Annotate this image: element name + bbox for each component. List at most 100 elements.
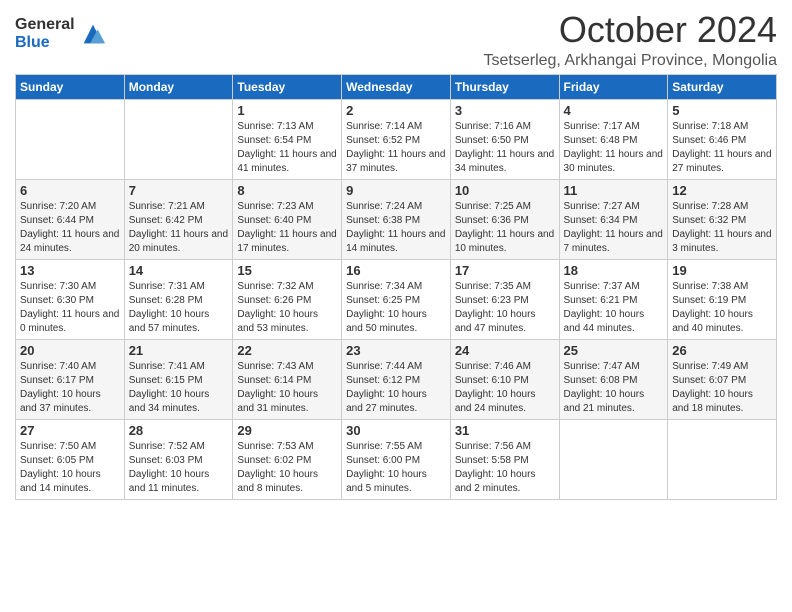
calendar-cell: 14 Sunrise: 7:31 AMSunset: 6:28 PMDayligh… xyxy=(124,259,233,339)
calendar-cell: 5 Sunrise: 7:18 AMSunset: 6:46 PMDaylight… xyxy=(668,99,777,179)
title-area: October 2024 Tsetserleg, Arkhangai Provi… xyxy=(484,10,778,70)
calendar-cell: 18 Sunrise: 7:37 AMSunset: 6:21 PMDayligh… xyxy=(559,259,668,339)
calendar-cell: 12Sunrise: 7:28 AMSunset: 6:32 PMDayligh… xyxy=(668,179,777,259)
day-header-sunday: Sunday xyxy=(16,74,125,99)
calendar-cell: 28 Sunrise: 7:52 AMSunset: 6:03 PMDayligh… xyxy=(124,419,233,499)
calendar-cell: 25Sunrise: 7:47 AMSunset: 6:08 PMDayligh… xyxy=(559,339,668,419)
day-number: 22 xyxy=(237,343,337,358)
day-detail: Sunrise: 7:35 AMSunset: 6:23 PMDaylight:… xyxy=(455,280,555,336)
calendar-cell xyxy=(16,99,125,179)
day-number: 10 xyxy=(455,183,555,198)
day-detail: Sunrise: 7:25 AMSunset: 6:36 PMDaylight:… xyxy=(455,200,555,256)
day-number: 21 xyxy=(129,343,229,358)
day-number: 13 xyxy=(20,263,120,278)
day-detail: Sunrise: 7:52 AMSunset: 6:03 PMDaylight:… xyxy=(129,440,229,496)
calendar-cell: 8 Sunrise: 7:23 AMSunset: 6:40 PMDaylight… xyxy=(233,179,342,259)
calendar-cell: 22 Sunrise: 7:43 AMSunset: 6:14 PMDayligh… xyxy=(233,339,342,419)
day-number: 9 xyxy=(346,183,446,198)
calendar-cell: 10 Sunrise: 7:25 AMSunset: 6:36 PMDayligh… xyxy=(450,179,559,259)
day-detail: Sunrise: 7:47 AMSunset: 6:08 PMDaylight:… xyxy=(564,360,664,416)
calendar-cell: 4 Sunrise: 7:17 AMSunset: 6:48 PMDaylight… xyxy=(559,99,668,179)
day-number: 3 xyxy=(455,103,555,118)
calendar-cell: 16 Sunrise: 7:34 AMSunset: 6:25 PMDayligh… xyxy=(342,259,451,339)
day-number: 14 xyxy=(129,263,229,278)
day-header-monday: Monday xyxy=(124,74,233,99)
day-detail: Sunrise: 7:31 AMSunset: 6:28 PMDaylight:… xyxy=(129,280,229,336)
calendar-cell: 23Sunrise: 7:44 AMSunset: 6:12 PMDayligh… xyxy=(342,339,451,419)
calendar-cell: 17 Sunrise: 7:35 AMSunset: 6:23 PMDayligh… xyxy=(450,259,559,339)
day-number: 23 xyxy=(346,343,446,358)
day-number: 8 xyxy=(237,183,337,198)
calendar-cell: 24 Sunrise: 7:46 AMSunset: 6:10 PMDayligh… xyxy=(450,339,559,419)
day-number: 18 xyxy=(564,263,664,278)
day-number: 16 xyxy=(346,263,446,278)
calendar-cell xyxy=(559,419,668,499)
day-detail: Sunrise: 7:37 AMSunset: 6:21 PMDaylight:… xyxy=(564,280,664,336)
calendar-cell: 21 Sunrise: 7:41 AMSunset: 6:15 PMDayligh… xyxy=(124,339,233,419)
day-number: 6 xyxy=(20,183,120,198)
day-header-wednesday: Wednesday xyxy=(342,74,451,99)
day-number: 24 xyxy=(455,343,555,358)
calendar-cell: 3Sunrise: 7:16 AMSunset: 6:50 PMDaylight… xyxy=(450,99,559,179)
day-detail: Sunrise: 7:23 AMSunset: 6:40 PMDaylight:… xyxy=(237,200,337,256)
day-detail: Sunrise: 7:34 AMSunset: 6:25 PMDaylight:… xyxy=(346,280,446,336)
calendar-cell xyxy=(668,419,777,499)
week-row-4: 20Sunrise: 7:40 AMSunset: 6:17 PMDayligh… xyxy=(16,339,777,419)
day-detail: Sunrise: 7:41 AMSunset: 6:15 PMDaylight:… xyxy=(129,360,229,416)
day-number: 1 xyxy=(237,103,337,118)
calendar-cell: 9 Sunrise: 7:24 AMSunset: 6:38 PMDaylight… xyxy=(342,179,451,259)
day-header-tuesday: Tuesday xyxy=(233,74,342,99)
day-detail: Sunrise: 7:14 AMSunset: 6:52 PMDaylight:… xyxy=(346,120,446,176)
header-row: SundayMondayTuesdayWednesdayThursdayFrid… xyxy=(16,74,777,99)
day-detail: Sunrise: 7:50 AMSunset: 6:05 PMDaylight:… xyxy=(20,440,120,496)
day-number: 15 xyxy=(237,263,337,278)
day-detail: Sunrise: 7:18 AMSunset: 6:46 PMDaylight:… xyxy=(672,120,772,176)
month-title: October 2024 xyxy=(484,10,778,50)
calendar-cell: 27 Sunrise: 7:50 AMSunset: 6:05 PMDayligh… xyxy=(16,419,125,499)
calendar-cell: 19 Sunrise: 7:38 AMSunset: 6:19 PMDayligh… xyxy=(668,259,777,339)
day-number: 19 xyxy=(672,263,772,278)
day-number: 26 xyxy=(672,343,772,358)
day-number: 31 xyxy=(455,423,555,438)
week-row-3: 13 Sunrise: 7:30 AMSunset: 6:30 PMDayligh… xyxy=(16,259,777,339)
day-number: 30 xyxy=(346,423,446,438)
day-number: 4 xyxy=(564,103,664,118)
calendar-cell: 30 Sunrise: 7:55 AMSunset: 6:00 PMDayligh… xyxy=(342,419,451,499)
calendar-cell: 11Sunrise: 7:27 AMSunset: 6:34 PMDayligh… xyxy=(559,179,668,259)
day-number: 27 xyxy=(20,423,120,438)
calendar-cell: 7Sunrise: 7:21 AMSunset: 6:42 PMDaylight… xyxy=(124,179,233,259)
logo-icon xyxy=(79,20,107,48)
day-header-friday: Friday xyxy=(559,74,668,99)
day-number: 2 xyxy=(346,103,446,118)
calendar-cell: 15 Sunrise: 7:32 AMSunset: 6:26 PMDayligh… xyxy=(233,259,342,339)
calendar-cell xyxy=(124,99,233,179)
day-number: 5 xyxy=(672,103,772,118)
day-detail: Sunrise: 7:32 AMSunset: 6:26 PMDaylight:… xyxy=(237,280,337,336)
day-detail: Sunrise: 7:43 AMSunset: 6:14 PMDaylight:… xyxy=(237,360,337,416)
logo-text: General Blue xyxy=(15,16,75,51)
day-number: 20 xyxy=(20,343,120,358)
day-number: 7 xyxy=(129,183,229,198)
day-number: 28 xyxy=(129,423,229,438)
day-detail: Sunrise: 7:30 AMSunset: 6:30 PMDaylight:… xyxy=(20,280,120,336)
day-detail: Sunrise: 7:55 AMSunset: 6:00 PMDaylight:… xyxy=(346,440,446,496)
day-detail: Sunrise: 7:27 AMSunset: 6:34 PMDaylight:… xyxy=(564,200,664,256)
logo-blue: Blue xyxy=(15,34,75,52)
day-detail: Sunrise: 7:17 AMSunset: 6:48 PMDaylight:… xyxy=(564,120,664,176)
day-detail: Sunrise: 7:49 AMSunset: 6:07 PMDaylight:… xyxy=(672,360,772,416)
logo: General Blue xyxy=(15,16,107,51)
calendar-cell: 26 Sunrise: 7:49 AMSunset: 6:07 PMDayligh… xyxy=(668,339,777,419)
day-detail: Sunrise: 7:24 AMSunset: 6:38 PMDaylight:… xyxy=(346,200,446,256)
day-detail: Sunrise: 7:38 AMSunset: 6:19 PMDaylight:… xyxy=(672,280,772,336)
day-detail: Sunrise: 7:28 AMSunset: 6:32 PMDaylight:… xyxy=(672,200,772,256)
page-header: General Blue October 2024 Tsetserleg, Ar… xyxy=(15,10,777,70)
day-detail: Sunrise: 7:46 AMSunset: 6:10 PMDaylight:… xyxy=(455,360,555,416)
day-number: 17 xyxy=(455,263,555,278)
calendar-table: SundayMondayTuesdayWednesdayThursdayFrid… xyxy=(15,74,777,500)
location-subtitle: Tsetserleg, Arkhangai Province, Mongolia xyxy=(484,52,778,70)
calendar-cell: 31Sunrise: 7:56 AMSunset: 5:58 PMDayligh… xyxy=(450,419,559,499)
calendar-cell: 20Sunrise: 7:40 AMSunset: 6:17 PMDayligh… xyxy=(16,339,125,419)
calendar-cell: 29Sunrise: 7:53 AMSunset: 6:02 PMDayligh… xyxy=(233,419,342,499)
day-number: 29 xyxy=(237,423,337,438)
day-header-thursday: Thursday xyxy=(450,74,559,99)
